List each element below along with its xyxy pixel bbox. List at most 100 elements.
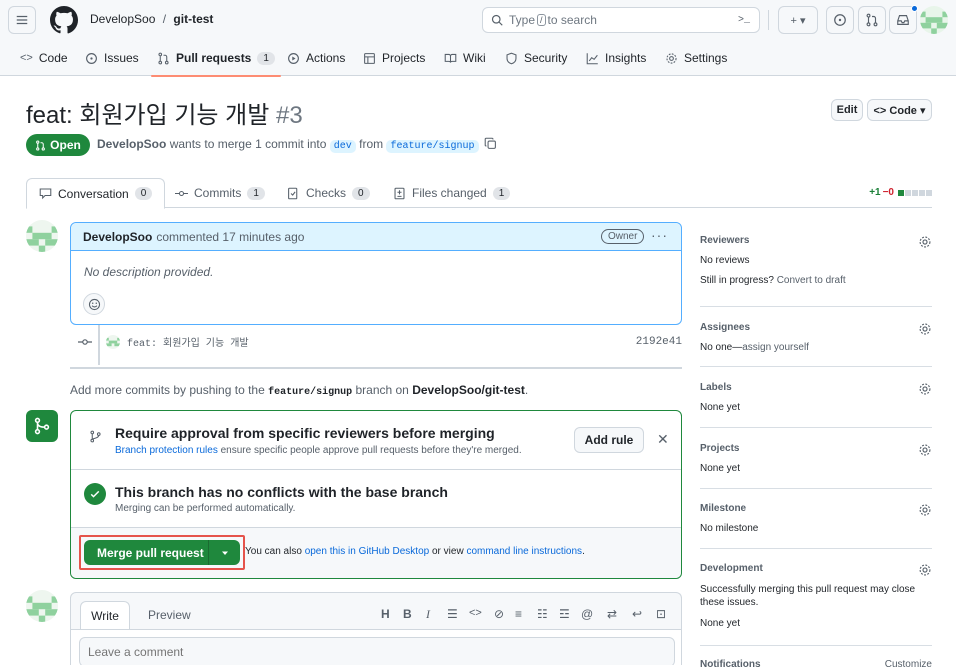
tab-write[interactable]: Write <box>80 601 130 630</box>
desktop-link[interactable]: open this in GitHub Desktop <box>305 546 430 557</box>
merge-alternatives: You can also open this in GitHub Desktop… <box>245 546 585 557</box>
pr-count-badge: 1 <box>257 51 275 65</box>
kebab-menu-icon[interactable]: ··· <box>651 227 668 243</box>
global-header: DevelopSoo / git-test Type / to search >… <box>0 0 956 40</box>
pr-number: #3 <box>276 102 303 129</box>
hamburger-icon <box>16 15 28 25</box>
user-avatar[interactable] <box>920 6 948 34</box>
base-branch[interactable]: dev <box>329 140 356 153</box>
sidebar-divider <box>700 306 932 307</box>
tab-label: Conversation <box>58 186 129 201</box>
tab-security[interactable]: Security <box>505 40 567 76</box>
close-icon[interactable]: ✕ <box>657 431 669 448</box>
repo-link[interactable]: git-test <box>173 12 213 26</box>
gear-icon[interactable] <box>918 235 932 249</box>
commit-avatar[interactable] <box>106 335 120 349</box>
copy-icon[interactable] <box>484 137 497 150</box>
tab-commits[interactable]: Commits 1 <box>175 178 265 208</box>
tab-wiki[interactable]: Wiki <box>444 40 486 76</box>
terminal-icon: >_ <box>737 14 750 26</box>
tab-checks[interactable]: Checks 0 <box>287 178 370 208</box>
add-rule-button[interactable]: Add rule <box>574 427 644 453</box>
inbox-button[interactable] <box>889 5 918 34</box>
owner-badge: Owner <box>601 229 645 244</box>
tab-label: Pull requests <box>176 51 252 65</box>
italic-tool[interactable]: I <box>426 607 430 622</box>
preview-label: Preview <box>148 608 191 622</box>
tab-code[interactable]: <> Code <box>20 40 68 76</box>
gear-icon[interactable] <box>918 322 932 336</box>
tab-label: Security <box>524 51 568 65</box>
reference-icon[interactable]: ⇄ <box>607 607 617 621</box>
menu-button[interactable] <box>8 6 36 34</box>
comment-textarea[interactable] <box>79 637 675 665</box>
bold-tool[interactable]: B <box>403 607 412 621</box>
mention-icon[interactable]: @ <box>581 607 593 621</box>
command-palette-button[interactable]: >_ <box>730 8 758 32</box>
assign-yourself-link[interactable]: assign yourself <box>742 342 809 353</box>
code-dropdown-button[interactable]: <> Code ▾ <box>867 99 932 121</box>
tab-projects[interactable]: Projects <box>363 40 425 76</box>
reviewers-value: No reviews <box>700 255 750 266</box>
tab-count: 0 <box>352 186 370 200</box>
convert-to-draft-link[interactable]: Convert to draft <box>777 275 846 286</box>
tab-issues[interactable]: Issues <box>85 40 139 76</box>
issues-button[interactable] <box>826 6 854 34</box>
search-input[interactable]: Type / to search <box>482 7 760 33</box>
branch-protection-link[interactable]: Branch protection rules <box>115 445 218 456</box>
fullscreen-icon[interactable]: ⊡ <box>656 607 666 621</box>
avatar[interactable] <box>26 590 58 622</box>
avatar[interactable] <box>26 220 58 252</box>
link-icon[interactable]: ⊘ <box>494 607 504 621</box>
merge-icon-box <box>26 410 58 442</box>
merge-pull-request-button[interactable]: Merge pull request <box>84 540 240 565</box>
tab-label: Insights <box>605 51 647 65</box>
or-text: or view <box>431 546 464 557</box>
diffstat-bar <box>898 189 932 196</box>
tab-pull-requests[interactable]: Pull requests 1 <box>151 40 281 77</box>
diff-added: +1 <box>869 187 881 198</box>
reaction-button[interactable] <box>83 293 105 315</box>
tab-conversation[interactable]: Conversation 0 <box>26 178 166 209</box>
comment-author[interactable]: DevelopSoo <box>83 230 152 244</box>
edit-button[interactable]: Edit <box>831 99 863 121</box>
comment-body: No description provided. <box>84 265 214 279</box>
pull-requests-button[interactable] <box>858 6 886 34</box>
reply-icon[interactable]: ↩ <box>632 607 642 621</box>
cli-link[interactable]: command line instructions <box>466 546 582 557</box>
commit-message[interactable]: feat: 회원가입 기능 개발 <box>127 334 249 350</box>
quote-icon[interactable]: ☰ <box>447 607 458 621</box>
heading-tool[interactable]: H <box>381 607 390 621</box>
tab-actions[interactable]: Actions <box>287 40 345 76</box>
tab-preview[interactable]: Preview <box>148 608 191 622</box>
code-icon[interactable]: <> <box>469 607 482 619</box>
status-label: Open <box>50 138 81 152</box>
conflict-title: This branch has no conflicts with the ba… <box>115 484 448 500</box>
labels-value: None yet <box>700 402 741 413</box>
bullet-list-icon[interactable]: ≡ <box>515 607 522 621</box>
tab-settings[interactable]: Settings <box>665 40 727 76</box>
commit-sha[interactable]: 2192e41 <box>636 336 682 348</box>
issue-icon <box>834 14 846 26</box>
author-link[interactable]: DevelopSoo <box>97 137 166 151</box>
gear-icon[interactable] <box>918 503 932 517</box>
numbered-list-icon[interactable]: ☷ <box>537 607 548 621</box>
github-logo-icon[interactable] <box>50 6 78 34</box>
gear-icon[interactable] <box>918 443 932 457</box>
create-new-button[interactable]: + ▾ <box>778 6 818 34</box>
gear-icon[interactable] <box>918 382 932 396</box>
head-branch[interactable]: feature/signup <box>386 140 479 153</box>
tab-insights[interactable]: Insights <box>586 40 646 76</box>
push-hint-suffix: . <box>524 383 529 397</box>
gear-icon[interactable] <box>918 563 932 577</box>
task-list-icon[interactable]: ☲ <box>559 607 570 621</box>
tab-files-changed[interactable]: Files changed 1 <box>393 178 511 208</box>
push-hint: Add more commits by pushing to the featu… <box>70 383 528 398</box>
push-hint-repo[interactable]: DevelopSoo/git-test <box>412 383 525 397</box>
owner-link[interactable]: DevelopSoo <box>90 12 155 26</box>
sidebar-assignees: Assignees No one—assign yourself <box>700 322 932 353</box>
tab-label: Files changed <box>412 186 487 200</box>
merge-dropdown-button[interactable] <box>209 549 240 557</box>
identicon-icon <box>26 596 58 622</box>
pr-title: feat: 회원가입 기능 개발 <box>26 102 270 129</box>
